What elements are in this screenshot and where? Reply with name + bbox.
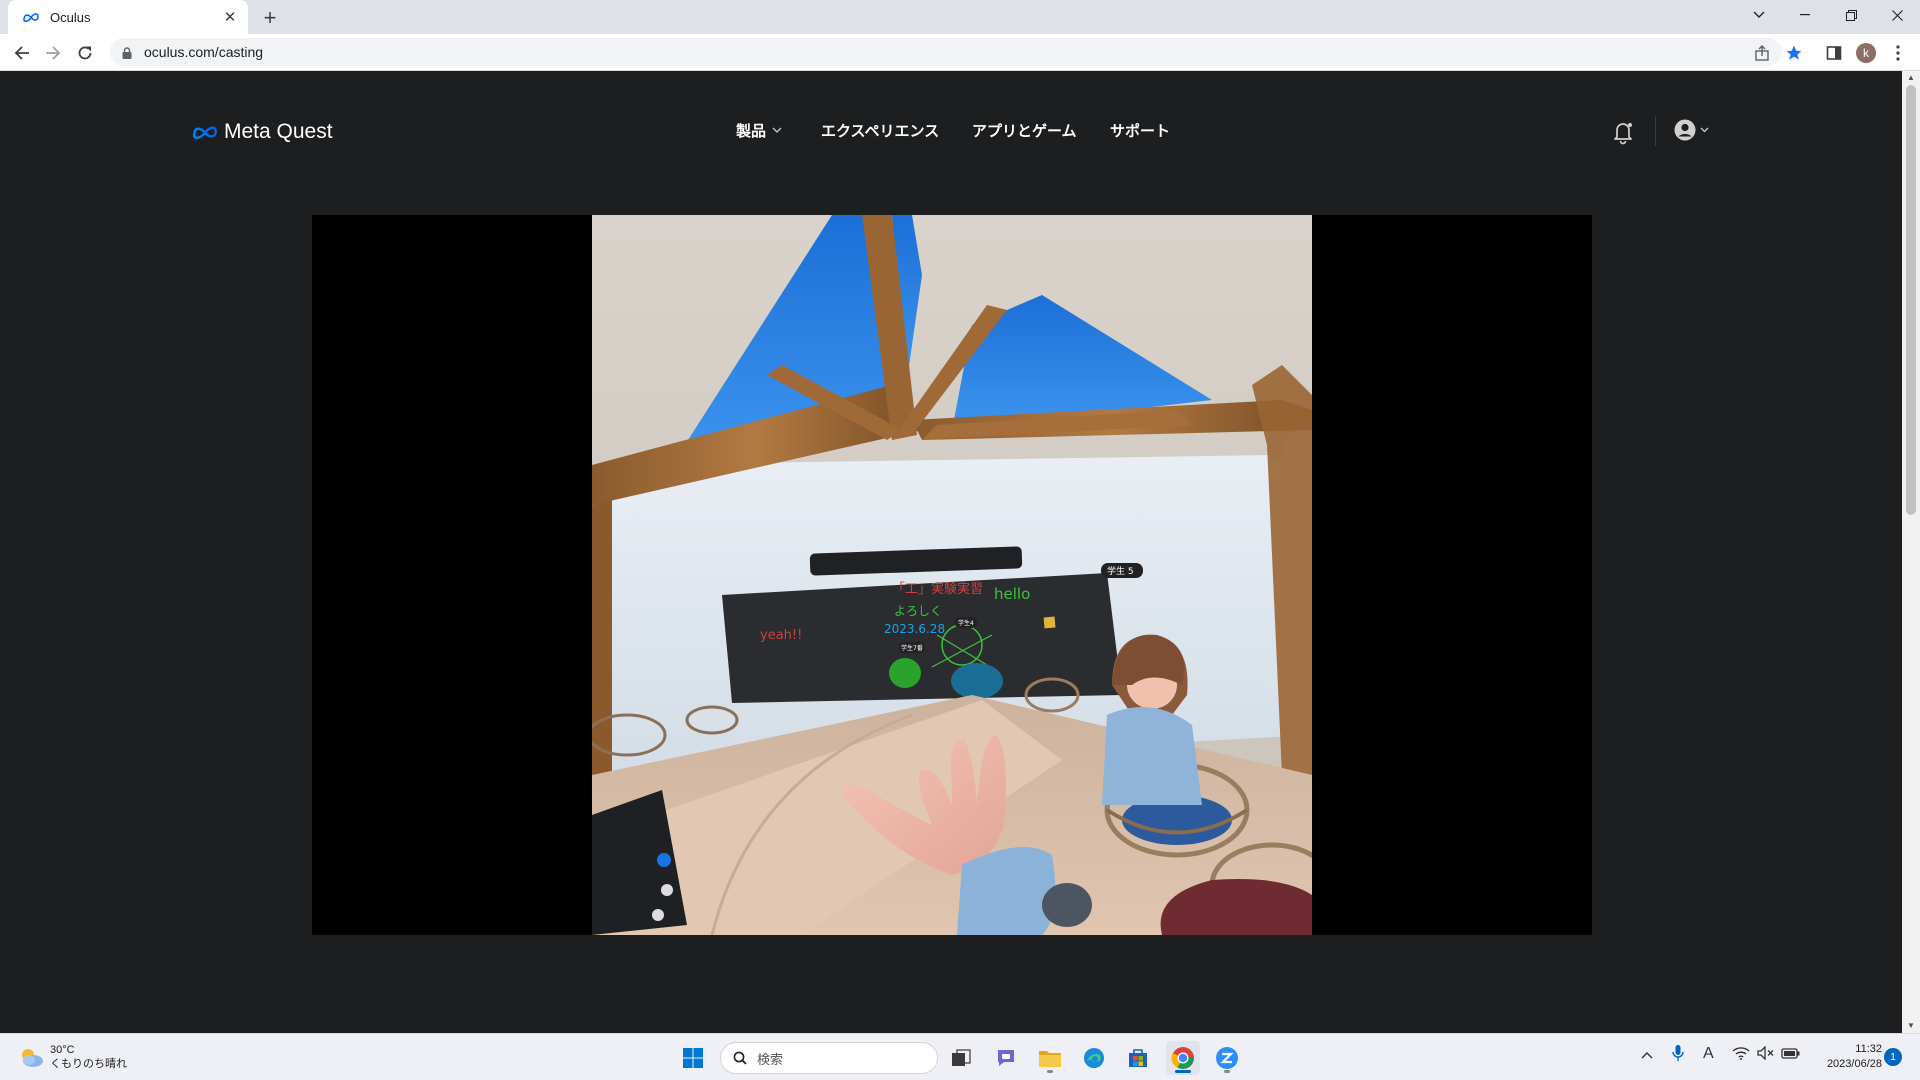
taskbar-search[interactable]: 検索 [720, 1042, 938, 1074]
weather-temp: 30°C [50, 1044, 75, 1056]
edge-icon [1084, 1048, 1104, 1068]
notification-badge[interactable]: 1 [1884, 1048, 1902, 1066]
notification-bell-icon[interactable] [1610, 119, 1636, 145]
start-icon [683, 1048, 703, 1068]
nav-experiences-label: エクスペリエンス [821, 123, 940, 140]
search-icon [733, 1051, 747, 1065]
restore-button[interactable] [1828, 0, 1874, 30]
tab-strip: Oculus ✕ + [0, 0, 1920, 34]
nav-support-label: サポート [1110, 123, 1171, 140]
edge-button[interactable] [1077, 1041, 1111, 1075]
clock-date: 2023/06/28 [1826, 1058, 1882, 1070]
nav-apps-games[interactable]: アプリとゲーム [972, 120, 1077, 141]
forward-button[interactable] [39, 39, 67, 67]
tab-search-icon[interactable] [1736, 0, 1782, 30]
store-button[interactable] [1121, 1041, 1155, 1075]
running-indicator [1224, 1070, 1230, 1073]
close-window-button[interactable] [1874, 0, 1920, 30]
nav-support[interactable]: サポート [1110, 120, 1170, 141]
running-indicator [1047, 1070, 1053, 1073]
store-icon [1129, 1049, 1147, 1067]
nav-products[interactable]: 製品 [736, 120, 782, 141]
volume-muted-icon[interactable] [1757, 1045, 1775, 1063]
logo-text: Meta Quest [224, 120, 333, 143]
board-text-greeting: よろしく [894, 604, 942, 618]
scroll-up-arrow-icon[interactable]: ▲ [1907, 73, 1915, 82]
search-placeholder: 検索 [757, 1051, 784, 1067]
file-explorer-icon [1039, 1051, 1061, 1067]
system-clock[interactable]: 11:32 2023/06/28 [1812, 1042, 1882, 1072]
chrome-button[interactable] [1166, 1041, 1200, 1075]
start-button[interactable] [676, 1041, 710, 1075]
ime-indicator[interactable]: A [1703, 1045, 1714, 1063]
active-indicator [1175, 1070, 1191, 1073]
url-text: oculus.com/casting [144, 44, 264, 60]
page-scrollbar[interactable]: ▲ ▼ [1902, 71, 1920, 1033]
file-explorer-button[interactable] [1033, 1041, 1067, 1075]
vr-cast-frame: yeah!! 「工」実験実習 よろしく 2023.6.28 hello 学生 5… [592, 215, 1312, 935]
nav-experiences[interactable]: エクスペリエンス [821, 120, 939, 141]
browser-tab[interactable]: Oculus ✕ [8, 0, 248, 34]
avatar-tag-1: 学生 5 [1107, 565, 1134, 577]
meta-quest-logo[interactable]: Meta Quest [192, 120, 333, 144]
back-button[interactable] [8, 39, 36, 67]
microphone-icon[interactable] [1672, 1044, 1684, 1065]
windows-taskbar: 30°C くもりのち晴れ 検索 A 11:32 2023/06/28 1 [0, 1033, 1920, 1080]
tab-title: Oculus [50, 9, 91, 25]
chevron-down-icon [1700, 125, 1709, 136]
board-text-title: 「工」実験実習 [892, 581, 983, 597]
profile-avatar[interactable]: k [1852, 39, 1880, 67]
page-content: Meta Quest 製品 エクスペリエンス アプリとゲーム サポート yeah… [0, 71, 1902, 1033]
partly-cloudy-icon [22, 1049, 43, 1067]
wifi-icon[interactable] [1732, 1046, 1750, 1063]
profile-initial: k [1856, 43, 1876, 63]
share-icon[interactable] [1748, 39, 1776, 67]
address-bar[interactable]: oculus.com/casting [110, 38, 1782, 66]
casting-player[interactable]: yeah!! 「工」実験実習 よろしく 2023.6.28 hello 学生 5… [312, 215, 1592, 935]
meta-favicon-icon [22, 11, 40, 23]
new-tab-button[interactable]: + [258, 5, 282, 30]
bookmark-star-icon[interactable] [1780, 39, 1808, 67]
weather-desc: くもりのち晴れ [50, 1058, 127, 1070]
chrome-icon [1171, 1047, 1194, 1069]
task-view-button[interactable] [944, 1041, 978, 1075]
battery-icon[interactable] [1781, 1046, 1801, 1063]
scroll-thumb[interactable] [1906, 85, 1916, 515]
zoom-icon [1216, 1047, 1238, 1069]
teams-chat-icon [998, 1050, 1014, 1066]
account-icon [1674, 119, 1696, 141]
vr-scene-image: yeah!! 「工」実験実習 よろしく 2023.6.28 hello 学生 5… [592, 215, 1312, 935]
menu-kebab-icon[interactable] [1884, 39, 1912, 67]
show-hidden-icons-chevron-icon[interactable] [1641, 1046, 1653, 1062]
minimize-button[interactable] [1782, 0, 1828, 30]
meta-logo-icon [192, 126, 218, 139]
chevron-down-icon [772, 125, 782, 136]
side-panel-icon[interactable] [1820, 39, 1848, 67]
reload-button[interactable] [71, 39, 99, 67]
board-text-date: 2023.6.28 [884, 622, 945, 636]
avatar-tag-3: 学生7番 [901, 644, 923, 652]
board-text-yeah: yeah!! [760, 628, 802, 643]
nav-apps-games-label: アプリとゲーム [972, 123, 1077, 140]
tab-close-icon[interactable]: ✕ [222, 9, 238, 26]
scroll-down-arrow-icon[interactable]: ▼ [1907, 1021, 1915, 1030]
board-text-hello: hello [994, 585, 1030, 603]
avatar-tag-2: 学生4 [958, 619, 974, 627]
nav-products-label: 製品 [736, 123, 767, 140]
teams-chat-button[interactable] [989, 1041, 1023, 1075]
header-divider [1655, 116, 1656, 146]
clock-time: 11:32 [1855, 1043, 1882, 1055]
task-view-icon [952, 1049, 971, 1066]
account-menu[interactable] [1673, 118, 1709, 142]
browser-toolbar: oculus.com/casting k [0, 34, 1920, 71]
weather-widget[interactable]: 30°C くもりのち晴れ [18, 1043, 127, 1071]
zoom-button[interactable] [1210, 1041, 1244, 1075]
lock-icon[interactable] [122, 46, 132, 59]
